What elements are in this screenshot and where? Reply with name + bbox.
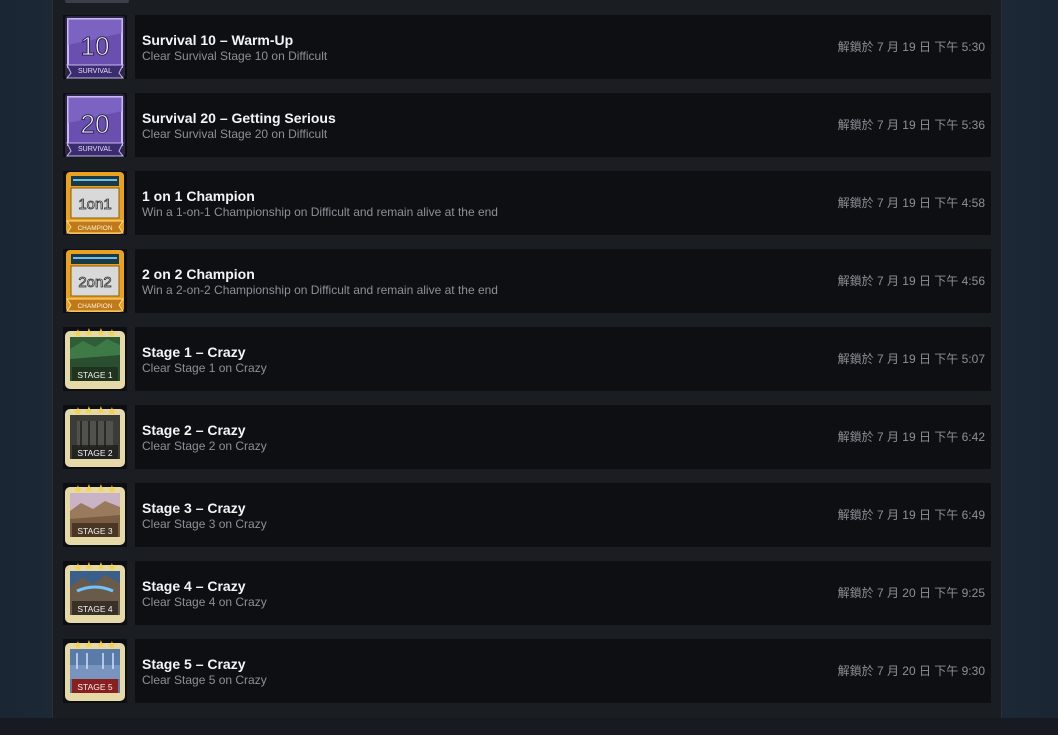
- achievement-card: Stage 3 – Crazy Clear Stage 3 on Crazy 解…: [135, 483, 991, 547]
- achievement-card: 1 on 1 Champion Win a 1-on-1 Championshi…: [135, 171, 991, 235]
- svg-text:★: ★: [96, 639, 106, 651]
- svg-text:★: ★: [107, 484, 117, 496]
- svg-text:★: ★: [96, 561, 106, 573]
- achievement-unlock-time: 解鎖於 7 月 20 日 下午 9:30: [837, 664, 985, 678]
- achievement-description: Clear Survival Stage 10 on Difficult: [142, 49, 328, 63]
- achievement-description: Clear Survival Stage 20 on Difficult: [142, 127, 328, 141]
- stage-3-badge-icon: ★ ★ ★ ★ STAGE 3: [63, 483, 127, 547]
- stage-2-badge-icon: ★ ★ ★ ★ STAGE 2: [63, 405, 127, 469]
- achievement-title: Survival 10 – Warm-Up: [142, 32, 294, 48]
- achievement-description: Clear Stage 4 on Crazy: [142, 595, 267, 609]
- achievement-title: Stage 3 – Crazy: [142, 500, 246, 516]
- achievement-unlock-time: 解鎖於 7 月 19 日 下午 6:49: [837, 508, 985, 522]
- achievement-title: 2 on 2 Champion: [142, 266, 255, 282]
- svg-text:STAGE 1: STAGE 1: [77, 370, 113, 380]
- svg-text:STAGE 2: STAGE 2: [77, 448, 113, 458]
- svg-text:STAGE 3: STAGE 3: [77, 526, 113, 536]
- achievement-description: Clear Stage 2 on Crazy: [142, 439, 267, 453]
- svg-text:★: ★: [73, 484, 83, 496]
- achievement-card: Survival 20 – Getting Serious Clear Surv…: [135, 93, 991, 157]
- survival-10-badge-icon: 10 SURVIVAL: [63, 15, 127, 79]
- achievement-row[interactable]: 10 SURVIVAL Survival 10 – Warm-Up Clear …: [63, 15, 991, 79]
- achievement-title: Stage 4 – Crazy: [142, 578, 246, 594]
- achievement-description: Clear Stage 3 on Crazy: [142, 517, 267, 531]
- achievement-unlock-time: 解鎖於 7 月 19 日 下午 6:42: [837, 430, 985, 444]
- svg-text:2on2: 2on2: [78, 274, 111, 291]
- achievement-unlock-time: 解鎖於 7 月 19 日 下午 4:58: [837, 196, 985, 210]
- achievement-title: Stage 1 – Crazy: [142, 344, 246, 360]
- achievement-row[interactable]: ★ ★ ★ ★ STAGE 1 Stage 1 – Crazy Clear St…: [63, 327, 991, 391]
- achievement-card: Stage 1 – Crazy Clear Stage 1 on Crazy 解…: [135, 327, 991, 391]
- champion-2on2-badge-icon: 2on2 CHAMPION: [63, 249, 127, 313]
- survival-20-badge-icon: 20 SURVIVAL: [63, 93, 127, 157]
- achievement-title: 1 on 1 Champion: [142, 188, 255, 204]
- svg-text:★: ★: [96, 483, 106, 495]
- achievement-row[interactable]: ★ ★ ★ ★ STAGE 4 Stage 4 – Crazy Clear St…: [63, 561, 991, 625]
- stage-1-badge-icon: ★ ★ ★ ★ STAGE 1: [63, 327, 127, 391]
- previous-achievement-icon-edge: [65, 0, 129, 3]
- svg-text:★: ★: [73, 328, 83, 340]
- achievement-description: Clear Stage 5 on Crazy: [142, 673, 267, 687]
- achievement-unlock-time: 解鎖於 7 月 19 日 下午 5:30: [837, 40, 985, 54]
- achievement-row[interactable]: 1on1 CHAMPION 1 on 1 Champion Win a 1-on…: [63, 171, 991, 235]
- svg-text:★: ★: [84, 327, 94, 339]
- svg-text:★: ★: [84, 483, 94, 495]
- stage-5-badge-icon: ★ ★ ★ ★ STAGE 5: [63, 639, 127, 703]
- achievement-card: Survival 10 – Warm-Up Clear Survival Sta…: [135, 15, 991, 79]
- svg-text:★: ★: [107, 406, 117, 418]
- achievement-row[interactable]: 2on2 CHAMPION 2 on 2 Champion Win a 2-on…: [63, 249, 991, 313]
- achievement-card: Stage 4 – Crazy Clear Stage 4 on Crazy 解…: [135, 561, 991, 625]
- achievement-row[interactable]: 20 SURVIVAL Survival 20 – Getting Seriou…: [63, 93, 991, 157]
- svg-text:★: ★: [107, 640, 117, 652]
- svg-text:★: ★: [84, 405, 94, 417]
- achievement-title: Stage 5 – Crazy: [142, 656, 246, 672]
- achievement-title: Stage 2 – Crazy: [142, 422, 246, 438]
- svg-text:SURVIVAL: SURVIVAL: [78, 146, 112, 153]
- svg-text:★: ★: [96, 327, 106, 339]
- svg-text:STAGE 4: STAGE 4: [77, 604, 113, 614]
- achievement-unlock-time: 解鎖於 7 月 20 日 下午 9:25: [837, 586, 985, 600]
- svg-text:★: ★: [73, 640, 83, 652]
- achievement-unlock-time: 解鎖於 7 月 19 日 下午 5:07: [837, 352, 985, 366]
- achievements-panel: 10 SURVIVAL Survival 10 – Warm-Up Clear …: [52, 0, 1002, 718]
- achievement-description: Win a 1-on-1 Championship on Difficult a…: [142, 205, 498, 219]
- svg-text:★: ★: [73, 562, 83, 574]
- achievement-card: Stage 2 – Crazy Clear Stage 2 on Crazy 解…: [135, 405, 991, 469]
- achievement-row[interactable]: ★ ★ ★ ★ STAGE 2 Stage 2 – Crazy Clear St…: [63, 405, 991, 469]
- achievement-card: Stage 5 – Crazy Clear Stage 5 on Crazy 解…: [135, 639, 991, 703]
- svg-text:★: ★: [96, 405, 106, 417]
- svg-text:STAGE 5: STAGE 5: [77, 682, 113, 692]
- svg-text:★: ★: [84, 639, 94, 651]
- svg-text:CHAMPION: CHAMPION: [77, 303, 112, 310]
- achievement-row[interactable]: ★ ★ ★ ★ STAGE 5 Stage 5 – Crazy Clear St…: [63, 639, 991, 703]
- svg-text:★: ★: [73, 406, 83, 418]
- achievement-row[interactable]: ★ ★ ★ ★ STAGE 3 Stage 3 – Crazy Clear St…: [63, 483, 991, 547]
- achievement-card: 2 on 2 Champion Win a 2-on-2 Championshi…: [135, 249, 991, 313]
- achievement-unlock-time: 解鎖於 7 月 19 日 下午 5:36: [837, 118, 985, 132]
- svg-text:★: ★: [84, 561, 94, 573]
- svg-text:CHAMPION: CHAMPION: [77, 225, 112, 232]
- achievement-description: Win a 2-on-2 Championship on Difficult a…: [142, 283, 498, 297]
- svg-text:10: 10: [81, 31, 110, 61]
- svg-text:1on1: 1on1: [78, 196, 111, 213]
- svg-text:★: ★: [107, 562, 117, 574]
- svg-text:★: ★: [107, 328, 117, 340]
- champion-1on1-badge-icon: 1on1 CHAMPION: [63, 171, 127, 235]
- bottom-bar: [0, 718, 1058, 735]
- achievement-title: Survival 20 – Getting Serious: [142, 110, 336, 126]
- svg-text:20: 20: [81, 109, 110, 139]
- svg-text:SURVIVAL: SURVIVAL: [78, 68, 112, 75]
- achievement-unlock-time: 解鎖於 7 月 19 日 下午 4:56: [837, 274, 985, 288]
- achievement-description: Clear Stage 1 on Crazy: [142, 361, 267, 375]
- stage-4-badge-icon: ★ ★ ★ ★ STAGE 4: [63, 561, 127, 625]
